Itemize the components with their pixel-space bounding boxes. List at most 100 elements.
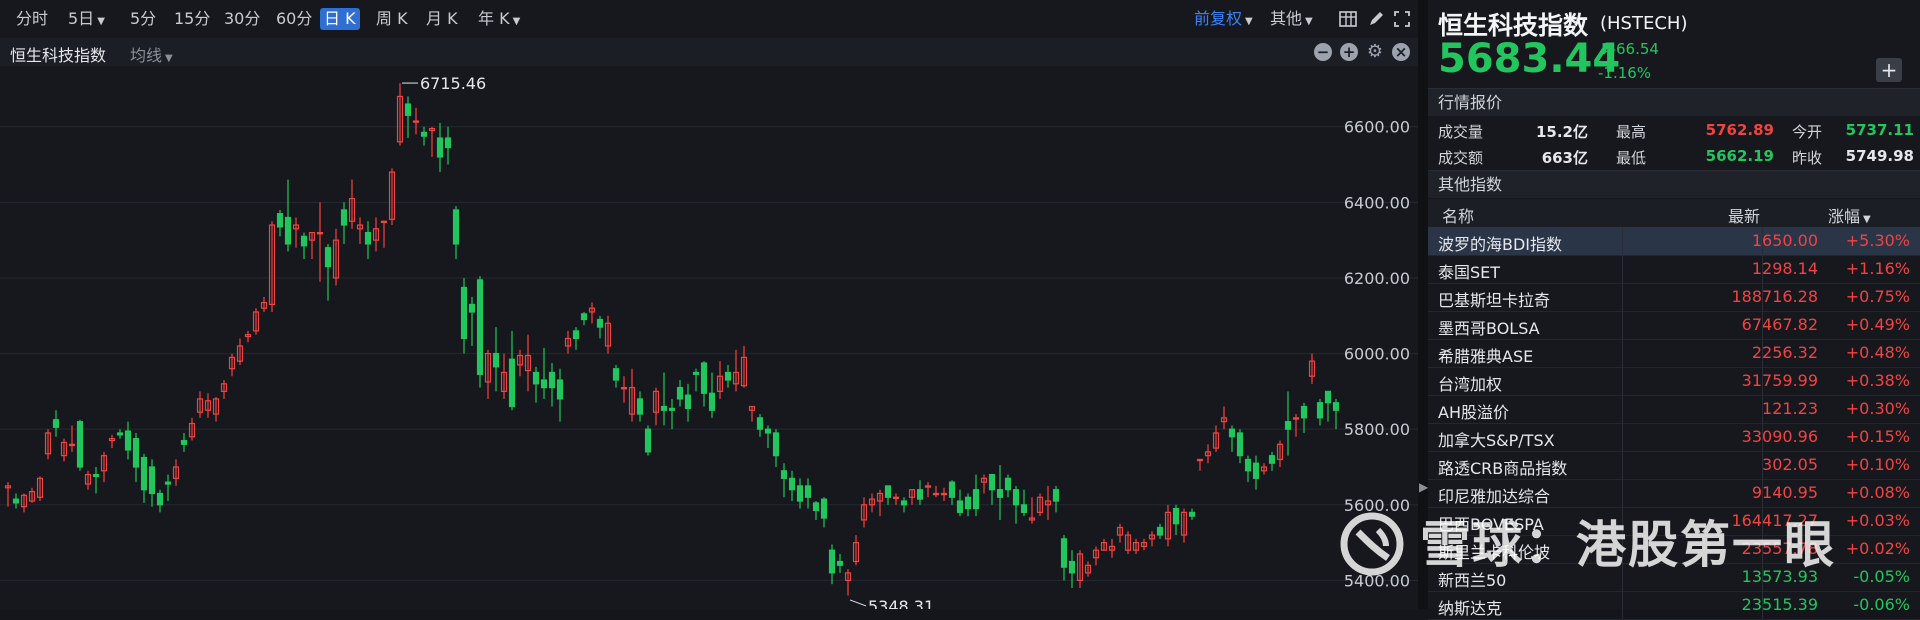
change-value: -66.54 bbox=[1610, 40, 1659, 58]
col-header-name[interactable]: 名称 bbox=[1442, 203, 1474, 227]
index-row[interactable]: 印尼雅加达综合 9140.95 +0.08% bbox=[1428, 479, 1920, 508]
down-arrow-icon: ⬇ bbox=[1598, 40, 1611, 58]
candle-body bbox=[1196, 458, 1204, 462]
candle-body bbox=[620, 386, 628, 390]
chevron-down-icon: ▼ bbox=[1245, 16, 1253, 27]
app: 分时 5日 ▼ 5分 15分 30分 60分 日 K 周 K 月 K 年 K ▼ 前… bbox=[0, 0, 1920, 620]
candle-body bbox=[940, 492, 948, 496]
index-row[interactable]: 墨西哥BOLSA 67467.82 +0.49% bbox=[1428, 311, 1920, 340]
candle-body bbox=[468, 303, 476, 313]
column-divider bbox=[1622, 311, 1623, 339]
candle-body bbox=[460, 286, 468, 340]
candle-body bbox=[924, 485, 932, 488]
candle-body bbox=[1156, 526, 1164, 536]
other-indices-header: 其他指数 bbox=[1428, 170, 1920, 198]
index-row-pct: -0.06% bbox=[1853, 595, 1910, 614]
pen-draw-icon[interactable] bbox=[1366, 9, 1386, 29]
candle-body bbox=[724, 371, 732, 381]
index-row[interactable]: 纳斯达克 23515.39 -0.06% bbox=[1428, 591, 1920, 620]
period-tab-yearly-k[interactable]: 年 K ▼ bbox=[474, 8, 524, 30]
candle-body bbox=[932, 492, 940, 496]
column-divider bbox=[1762, 395, 1763, 423]
index-row-name: 路透CRB商品指数 bbox=[1438, 459, 1568, 478]
index-row-name: 台湾加权 bbox=[1438, 375, 1503, 394]
quote-value: 663亿 bbox=[1541, 149, 1588, 167]
other-dropdown[interactable]: 其他 ▼ bbox=[1266, 8, 1317, 30]
col-header-latest[interactable]: 最新 bbox=[1728, 203, 1760, 227]
index-row[interactable]: AH股溢价 121.23 +0.30% bbox=[1428, 395, 1920, 424]
candle-body bbox=[180, 439, 188, 445]
period-tab-30min[interactable]: 30分 bbox=[220, 8, 264, 30]
close-icon[interactable]: × bbox=[1392, 43, 1410, 61]
col-header-change[interactable]: 涨幅 ▼ bbox=[1828, 203, 1871, 227]
index-row[interactable]: 台湾加权 31759.99 +0.38% bbox=[1428, 367, 1920, 396]
column-divider bbox=[1762, 479, 1763, 507]
period-tab-monthly-k[interactable]: 月 K bbox=[422, 8, 462, 30]
period-tab-5day[interactable]: 5日 ▼ bbox=[64, 8, 109, 30]
index-row[interactable]: 加拿大S&P/TSX 33090.96 +0.15% bbox=[1428, 423, 1920, 452]
quote-label: 昨收 bbox=[1792, 149, 1823, 167]
period-tab-daily-k[interactable]: 日 K bbox=[320, 8, 360, 30]
candle-body bbox=[660, 405, 668, 411]
candle-body bbox=[476, 279, 484, 375]
ma-label: 均线 bbox=[130, 46, 163, 65]
index-row-pct: +0.38% bbox=[1845, 371, 1910, 390]
collapse-arrow-icon[interactable]: ▶ bbox=[1419, 480, 1428, 494]
column-divider bbox=[1622, 283, 1623, 311]
candle-body bbox=[1252, 462, 1260, 479]
quote-value: 5737.11 bbox=[1845, 121, 1914, 139]
index-row[interactable]: 泰国SET 1298.14 +1.16% bbox=[1428, 255, 1920, 284]
index-row-name: 加拿大S&P/TSX bbox=[1438, 431, 1555, 450]
candle-body bbox=[68, 443, 76, 447]
index-row-pct: +0.75% bbox=[1845, 287, 1910, 306]
period-tab-weekly-k[interactable]: 周 K bbox=[372, 8, 412, 30]
column-divider bbox=[1762, 367, 1763, 395]
candle-body bbox=[1316, 402, 1324, 419]
chevron-down-icon: ▼ bbox=[1305, 16, 1313, 27]
zoom-out-icon[interactable]: − bbox=[1314, 43, 1332, 61]
grid-layout-icon[interactable] bbox=[1338, 9, 1358, 29]
index-row-name: 泰国SET bbox=[1438, 263, 1501, 282]
index-row[interactable]: 波罗的海BDI指数 1650.00 +5.30% bbox=[1428, 227, 1920, 256]
kline-chart[interactable]: 6600.00 6400.00 6200.00 6000.00 5800.00 5600.… bbox=[0, 66, 1418, 609]
candle-body bbox=[948, 481, 956, 498]
candle-body bbox=[132, 438, 140, 468]
candle-body bbox=[900, 500, 908, 506]
candle-body bbox=[156, 492, 164, 506]
candle-body bbox=[828, 549, 836, 574]
index-row-name: 希腊雅典ASE bbox=[1438, 347, 1534, 366]
column-divider bbox=[1622, 367, 1623, 395]
column-divider bbox=[1762, 283, 1763, 311]
index-row[interactable]: 希腊雅典ASE 2256.32 +0.48% bbox=[1428, 339, 1920, 368]
adjust-dropdown[interactable]: 前复权 ▼ bbox=[1190, 8, 1257, 30]
period-tab-intraday[interactable]: 分时 bbox=[12, 8, 52, 30]
candle-body bbox=[612, 368, 620, 381]
period-tab-5min[interactable]: 5分 bbox=[126, 8, 160, 30]
period-tab-15min[interactable]: 15分 bbox=[170, 8, 214, 30]
candle-body bbox=[1268, 455, 1276, 464]
index-row-name: 巴基斯坦卡拉奇 bbox=[1438, 291, 1551, 310]
ma-dropdown[interactable]: 均线 ▼ bbox=[130, 42, 173, 66]
candle-body bbox=[1004, 477, 1012, 491]
candle-body bbox=[1060, 538, 1068, 568]
column-divider bbox=[1622, 423, 1623, 451]
y-tick-label: 6000.00 bbox=[1344, 345, 1410, 364]
fullscreen-icon[interactable] bbox=[1392, 9, 1412, 29]
index-code: (HSTECH) bbox=[1600, 13, 1688, 34]
quote-value: 5762.89 bbox=[1705, 121, 1774, 139]
candle-body bbox=[1068, 560, 1076, 574]
candle-body bbox=[884, 485, 892, 498]
chart-title: 恒生科技指数 bbox=[10, 46, 107, 65]
period-tab-60min[interactable]: 60分 bbox=[272, 8, 316, 30]
gear-icon[interactable]: ⚙ bbox=[1366, 43, 1384, 61]
candle-body bbox=[148, 466, 156, 495]
zoom-in-icon[interactable]: + bbox=[1340, 43, 1358, 61]
candle-body bbox=[492, 352, 500, 368]
add-watchlist-button[interactable]: + bbox=[1876, 58, 1902, 82]
index-row-pct: +5.30% bbox=[1845, 231, 1910, 250]
candle-body bbox=[780, 470, 788, 479]
candle-body bbox=[796, 485, 804, 502]
index-row[interactable]: 巴基斯坦卡拉奇 188716.28 +0.75% bbox=[1428, 283, 1920, 312]
candle-body bbox=[1012, 489, 1020, 506]
index-row[interactable]: 路透CRB商品指数 302.05 +0.10% bbox=[1428, 451, 1920, 480]
